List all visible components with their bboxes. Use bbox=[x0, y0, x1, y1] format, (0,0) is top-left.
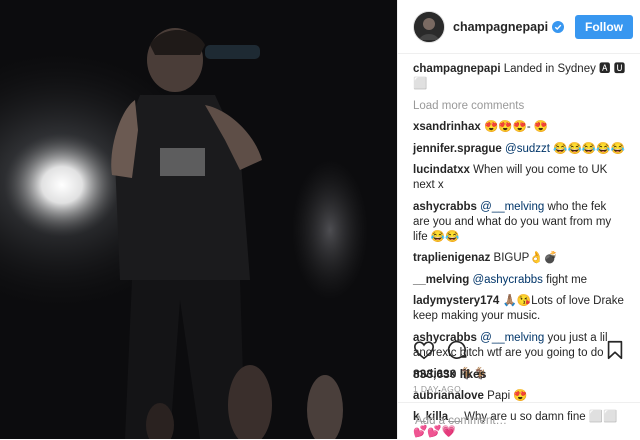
comment-username[interactable]: __melving bbox=[413, 274, 469, 286]
comment: lucindatxx When will you come to UK next… bbox=[413, 163, 626, 193]
bookmark-icon[interactable] bbox=[604, 339, 626, 361]
heart-icon[interactable] bbox=[413, 339, 435, 361]
likes-count[interactable]: 833,630 likes bbox=[413, 367, 486, 381]
follow-button[interactable]: Follow bbox=[575, 14, 633, 39]
post-sidebar: champagnepapi Follow champagnepapi Lande… bbox=[397, 0, 640, 439]
comment: traplienigenaz BIGUP👌💣 bbox=[413, 251, 626, 266]
caption: champagnepapi Landed in Sydney 🅰 🆄 ⬜ bbox=[413, 62, 626, 92]
post-photo[interactable] bbox=[0, 0, 397, 439]
comment-text: BIGUP👌💣 bbox=[493, 252, 558, 264]
comment-username[interactable]: ashycrabbs bbox=[413, 201, 477, 213]
comment-icon[interactable] bbox=[447, 339, 469, 361]
comment-username[interactable]: xsandrinhax bbox=[413, 121, 481, 133]
author-username[interactable]: champagnepapi bbox=[453, 20, 548, 34]
comment-text: fight me bbox=[546, 273, 588, 286]
comment-username[interactable]: ladymystery174 bbox=[413, 295, 499, 307]
concert-photo-illustration bbox=[0, 0, 397, 439]
comment: __melving @ashycrabbs fight me bbox=[413, 273, 626, 288]
comment-text: 😂😂😂😂😂 bbox=[553, 142, 625, 155]
comment-text: 😍😍😍- 😍 bbox=[483, 121, 549, 133]
load-more-comments-link[interactable]: Load more comments bbox=[413, 99, 626, 114]
comment: ladymystery174 🙏🏽😘Lots of love Drake kee… bbox=[413, 294, 626, 324]
comment: ashycrabbs @__melving who the fek are yo… bbox=[413, 200, 626, 245]
verified-badge-icon bbox=[552, 20, 565, 33]
caption-username[interactable]: champagnepapi bbox=[413, 63, 501, 75]
comment: jennifer.sprague @sudzzt 😂😂😂😂😂 bbox=[413, 142, 626, 157]
add-comment-input[interactable] bbox=[413, 414, 626, 428]
add-comment-bar bbox=[398, 402, 640, 439]
comment-list: champagnepapi Landed in Sydney 🅰 🆄 ⬜ Loa… bbox=[398, 54, 640, 440]
comment-username[interactable]: traplienigenaz bbox=[413, 252, 490, 264]
comment-mention[interactable]: @sudzzt bbox=[505, 143, 550, 155]
avatar[interactable] bbox=[413, 10, 445, 43]
post-timestamp: 1 DAY AGO bbox=[413, 384, 462, 394]
comment-username[interactable]: lucindatxx bbox=[413, 164, 470, 176]
comment-text: Papi 😍 bbox=[487, 389, 528, 402]
comment: xsandrinhax 😍😍😍- 😍 bbox=[413, 120, 626, 135]
post-header: champagnepapi Follow bbox=[398, 0, 640, 54]
comment-mention[interactable]: @__melving bbox=[480, 201, 544, 213]
action-bar bbox=[413, 336, 626, 364]
comment-mention[interactable]: @ashycrabbs bbox=[472, 274, 542, 286]
comment-username[interactable]: jennifer.sprague bbox=[413, 143, 502, 155]
